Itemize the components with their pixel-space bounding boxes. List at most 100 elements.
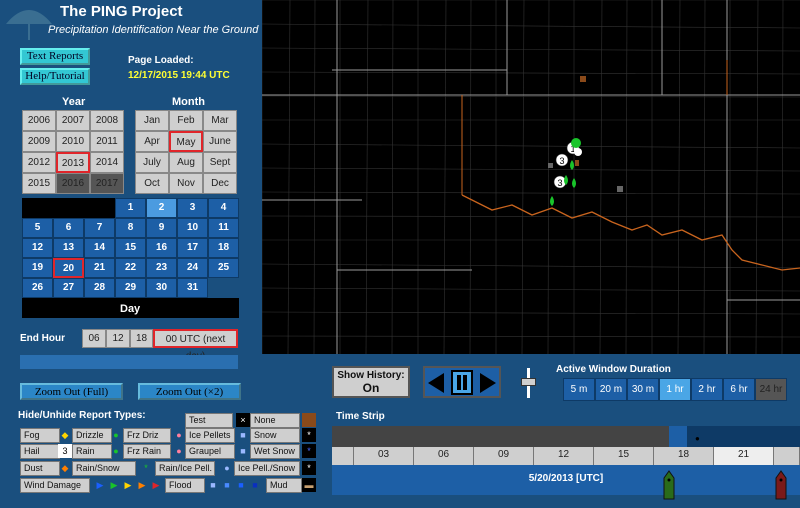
day-19[interactable]: 19 xyxy=(22,258,53,278)
month-feb[interactable]: Feb xyxy=(169,110,203,131)
legend-hail[interactable]: Hail xyxy=(20,444,60,459)
step-forward-icon[interactable] xyxy=(480,373,496,393)
pause-button[interactable] xyxy=(451,370,473,395)
day-12[interactable]: 12 xyxy=(22,238,53,258)
day-17[interactable]: 17 xyxy=(177,238,208,258)
legend-ice-pell-snow[interactable]: Ice Pell./Snow xyxy=(234,461,300,476)
legend-mud[interactable]: Mud xyxy=(266,478,302,493)
duration-2hr[interactable]: 2 hr xyxy=(691,378,723,401)
map-view[interactable]: 1 3 3 xyxy=(262,0,800,354)
zoom-out-x2-button[interactable]: Zoom Out (×2) xyxy=(138,383,241,400)
day-5[interactable]: 5 xyxy=(22,218,53,238)
end-hour-2[interactable]: 18 xyxy=(130,329,153,348)
text-reports-button[interactable]: Text Reports xyxy=(20,48,90,65)
day-20[interactable]: 20 xyxy=(53,258,84,278)
zoom-out-full-button[interactable]: Zoom Out (Full) xyxy=(20,383,123,400)
start-time-marker-icon[interactable] xyxy=(663,470,675,500)
year-2015[interactable]: 2015 xyxy=(22,173,56,194)
day-4[interactable]: 4 xyxy=(208,198,239,218)
time-strip-bar[interactable]: ● xyxy=(332,426,800,447)
month-june[interactable]: June xyxy=(203,131,237,152)
legend-graupel[interactable]: Graupel xyxy=(185,444,235,459)
month-jan[interactable]: Jan xyxy=(135,110,169,131)
day-26[interactable]: 26 xyxy=(22,278,53,298)
day-21[interactable]: 21 xyxy=(84,258,115,278)
day-15[interactable]: 15 xyxy=(115,238,146,258)
day-3[interactable]: 3 xyxy=(177,198,208,218)
legend-ice-pellets[interactable]: Ice Pellets xyxy=(185,428,235,443)
day-25[interactable]: 25 xyxy=(208,258,239,278)
tick-03: 03 xyxy=(354,447,414,465)
end-hour-3[interactable]: 00 UTC (next day) xyxy=(153,329,238,362)
legend-rain-snow[interactable]: Rain/Snow xyxy=(72,461,136,476)
duration-5m[interactable]: 5 m xyxy=(563,378,595,401)
legend-flood[interactable]: Flood xyxy=(165,478,205,493)
day-27[interactable]: 27 xyxy=(53,278,84,298)
legend-fog[interactable]: Fog xyxy=(20,428,60,443)
year-2012[interactable]: 2012 xyxy=(22,152,56,173)
day-2[interactable]: 2 xyxy=(146,198,177,218)
day-23[interactable]: 23 xyxy=(146,258,177,278)
month-july[interactable]: July xyxy=(135,152,169,173)
year-2007[interactable]: 2007 xyxy=(56,110,90,131)
duration-6hr[interactable]: 6 hr xyxy=(723,378,755,401)
year-2006[interactable]: 2006 xyxy=(22,110,56,131)
legend-rain-ice-pell[interactable]: Rain/Ice Pell. xyxy=(155,461,215,476)
legend-wind-damage[interactable]: Wind Damage xyxy=(20,478,90,493)
day-6[interactable]: 6 xyxy=(53,218,84,238)
legend-none[interactable]: None xyxy=(250,413,300,428)
year-2011[interactable]: 2011 xyxy=(90,131,124,152)
legend-snow[interactable]: Snow xyxy=(250,428,300,443)
month-mar[interactable]: Mar xyxy=(203,110,237,131)
speed-slider-handle[interactable] xyxy=(521,378,536,386)
duration-24hr[interactable]: 24 hr xyxy=(755,378,787,401)
step-back-icon[interactable] xyxy=(428,373,444,393)
day-24[interactable]: 24 xyxy=(177,258,208,278)
day-28[interactable]: 28 xyxy=(84,278,115,298)
year-2013[interactable]: 2013 xyxy=(56,152,90,173)
day-31[interactable]: 31 xyxy=(177,278,208,298)
year-2016[interactable]: 2016 xyxy=(56,173,90,194)
year-2014[interactable]: 2014 xyxy=(90,152,124,173)
legend-wet-snow[interactable]: Wet Snow xyxy=(250,444,300,459)
year-2008[interactable]: 2008 xyxy=(90,110,124,131)
day-10[interactable]: 10 xyxy=(177,218,208,238)
day-29[interactable]: 29 xyxy=(115,278,146,298)
duration-20m[interactable]: 20 m xyxy=(595,378,627,401)
end-time-marker-icon[interactable] xyxy=(775,470,787,500)
day-8[interactable]: 8 xyxy=(115,218,146,238)
day-14[interactable]: 14 xyxy=(84,238,115,258)
day-16[interactable]: 16 xyxy=(146,238,177,258)
show-history-toggle[interactable]: Show History: On xyxy=(332,366,410,398)
month-nov[interactable]: Nov xyxy=(169,173,203,194)
day-11[interactable]: 11 xyxy=(208,218,239,238)
day-9[interactable]: 9 xyxy=(146,218,177,238)
month-aug[interactable]: Aug xyxy=(169,152,203,173)
day-22[interactable]: 22 xyxy=(115,258,146,278)
day-13[interactable]: 13 xyxy=(53,238,84,258)
legend-frz-rain[interactable]: Frz Rain xyxy=(123,444,171,459)
month-sept[interactable]: Sept xyxy=(203,152,237,173)
month-may[interactable]: May xyxy=(169,131,203,152)
month-dec[interactable]: Dec xyxy=(203,173,237,194)
legend-drizzle[interactable]: Drizzle xyxy=(72,428,112,443)
duration-30m[interactable]: 30 m xyxy=(627,378,659,401)
state-borders xyxy=(262,0,800,354)
day-30[interactable]: 30 xyxy=(146,278,177,298)
legend-dust[interactable]: Dust xyxy=(20,461,60,476)
end-hour-1[interactable]: 12 xyxy=(106,329,130,348)
day-7[interactable]: 7 xyxy=(84,218,115,238)
year-2010[interactable]: 2010 xyxy=(56,131,90,152)
month-oct[interactable]: Oct xyxy=(135,173,169,194)
duration-1hr[interactable]: 1 hr xyxy=(659,378,691,401)
year-2017[interactable]: 2017 xyxy=(90,173,124,194)
day-18[interactable]: 18 xyxy=(208,238,239,258)
year-2009[interactable]: 2009 xyxy=(22,131,56,152)
month-apr[interactable]: Apr xyxy=(135,131,169,152)
help-tutorial-button[interactable]: Help/Tutorial xyxy=(20,68,90,85)
legend-test[interactable]: Test xyxy=(185,413,233,428)
legend-rain[interactable]: Rain xyxy=(72,444,112,459)
legend-frz-driz[interactable]: Frz Driz xyxy=(123,428,171,443)
day-1[interactable]: 1 xyxy=(115,198,146,218)
end-hour-0[interactable]: 06 xyxy=(82,329,106,348)
